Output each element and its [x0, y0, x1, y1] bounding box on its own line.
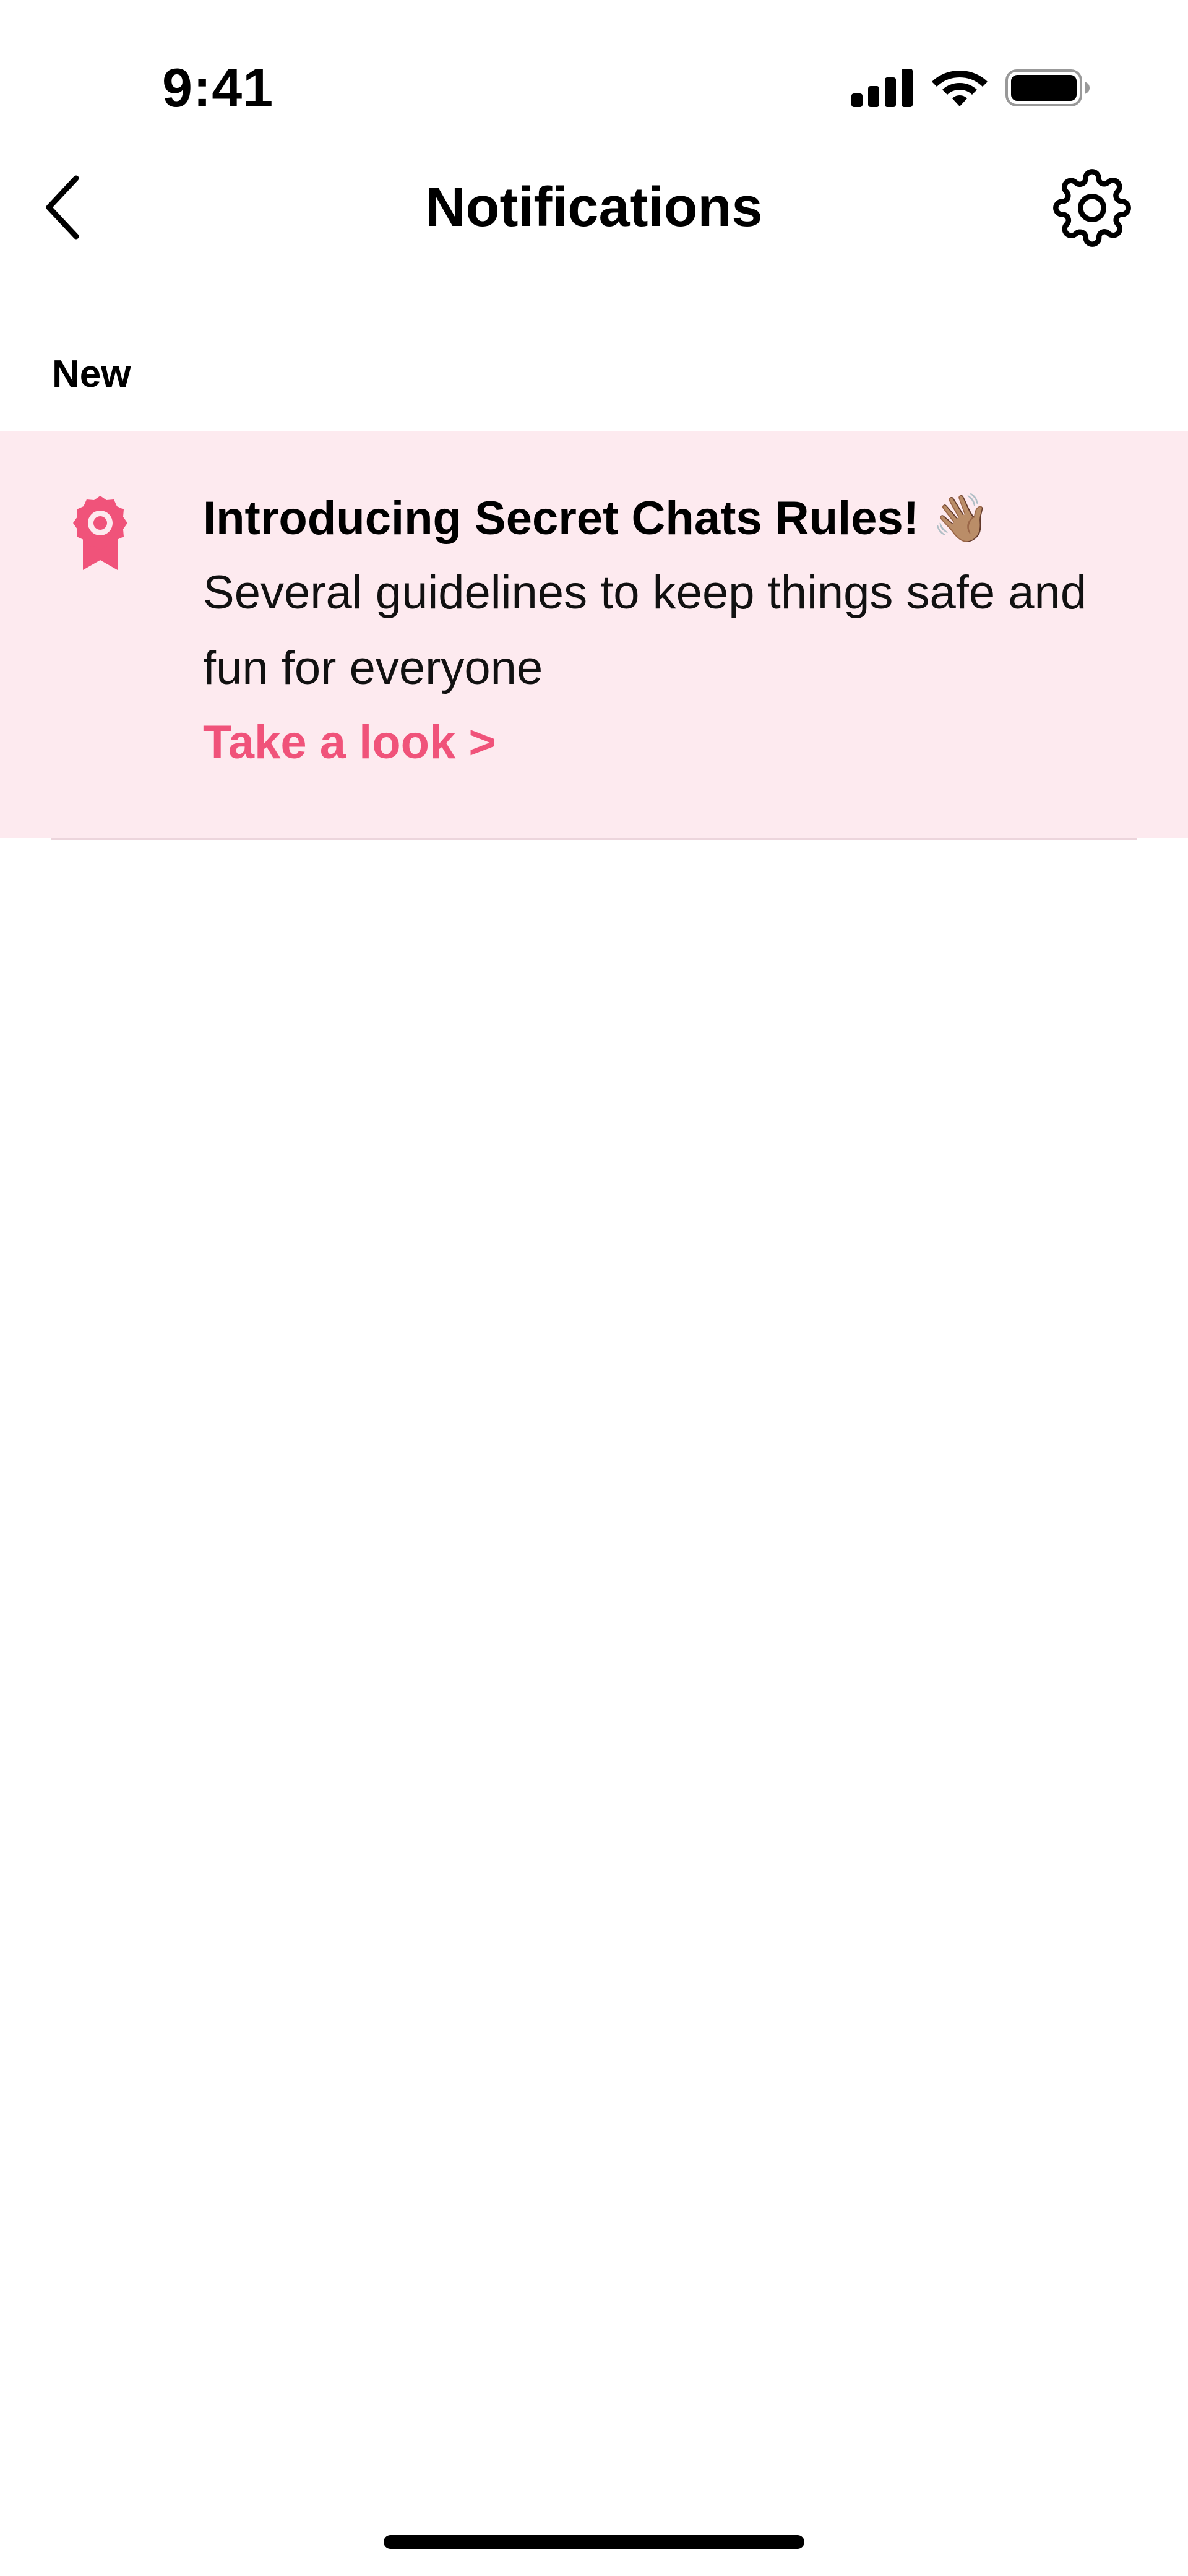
notification-title: Introducing Secret Chats Rules! 👋🏽 — [203, 492, 991, 545]
settings-button[interactable] — [1046, 167, 1138, 249]
wifi-icon — [932, 71, 988, 106]
notification-body: Several guidelines to keep things safe a… — [203, 566, 1087, 694]
divider — [51, 838, 1137, 840]
home-indicator[interactable] — [384, 2535, 804, 2549]
battery-icon — [1005, 69, 1090, 106]
back-button[interactable] — [25, 161, 99, 254]
notification-content: Introducing Secret Chats Rules! 👋🏽 Sever… — [203, 482, 1156, 779]
status-bar: 9:41 — [0, 0, 1188, 161]
section-header-new: New — [52, 353, 131, 395]
cellular-signal-icon — [851, 69, 913, 107]
gear-icon — [1053, 169, 1131, 247]
notification-card[interactable]: Introducing Secret Chats Rules! 👋🏽 Sever… — [0, 431, 1188, 838]
award-ribbon-icon — [73, 496, 127, 570]
chevron-left-icon — [46, 175, 79, 240]
take-a-look-link[interactable]: Take a look > — [203, 706, 1156, 779]
status-time: 9:41 — [162, 57, 274, 118]
page-title: Notifications — [425, 176, 763, 238]
